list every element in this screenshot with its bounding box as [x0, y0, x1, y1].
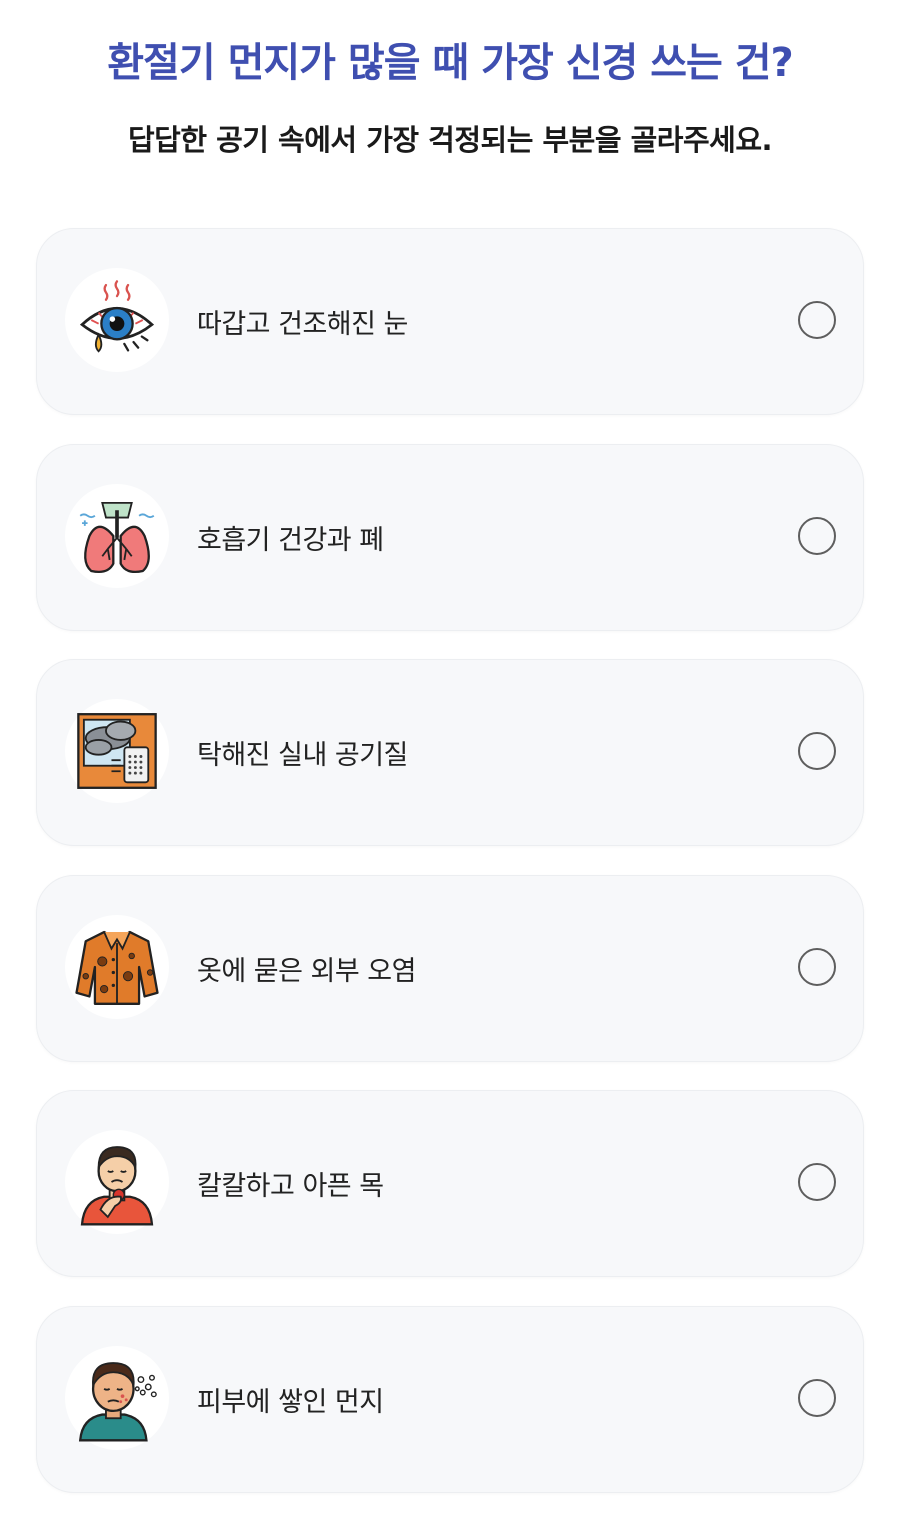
- option-card-lungs[interactable]: 호흡기 건강과 폐: [36, 443, 864, 631]
- option-radio[interactable]: [798, 1378, 836, 1417]
- indoor-air-purifier-icon: [65, 699, 169, 803]
- lungs-icon: [65, 483, 169, 588]
- option-label: 호흡기 건강과 폐: [197, 524, 384, 556]
- option-card-indoor-air[interactable]: 탁해진 실내 공기질: [36, 659, 864, 846]
- irritated-eye-icon: [65, 268, 169, 372]
- skin-dust-icon: [65, 1345, 169, 1450]
- option-radio[interactable]: [798, 1163, 836, 1201]
- option-radio[interactable]: [798, 516, 836, 555]
- option-label: 따갑고 건조해진 눈: [197, 309, 408, 340]
- option-card-skin[interactable]: 피부에 쌓인 먼지: [36, 1305, 864, 1493]
- option-label: 옷에 묻은 외부 오염: [197, 955, 416, 987]
- option-card-clothes[interactable]: 옷에 묻은 외부 오염: [36, 874, 864, 1062]
- page-title: 환절기 먼지가 많을 때 가장 신경 쓰는 건?: [107, 40, 793, 86]
- sore-throat-icon: [65, 1130, 169, 1234]
- option-label: 탁해진 실내 공기질: [197, 740, 408, 771]
- option-card-throat[interactable]: 칼칼하고 아픈 목: [36, 1090, 864, 1277]
- option-label: 칼칼하고 아픈 목: [197, 1171, 384, 1202]
- option-radio[interactable]: [798, 947, 836, 986]
- option-radio[interactable]: [798, 301, 836, 339]
- dusty-jacket-icon: [65, 914, 169, 1019]
- page-subtitle: 답답한 공기 속에서 가장 걱정되는 부분을 골라주세요.: [127, 123, 773, 157]
- option-list: 따갑고 건조해진 눈 호흡기 건강과 폐 탁해진 실내 공기질 옷에 묻은 외부…: [36, 228, 864, 1521]
- option-card-dry-eyes[interactable]: 따갑고 건조해진 눈: [36, 228, 864, 415]
- option-label: 피부에 쌓인 먼지: [197, 1386, 384, 1418]
- option-radio[interactable]: [798, 732, 836, 770]
